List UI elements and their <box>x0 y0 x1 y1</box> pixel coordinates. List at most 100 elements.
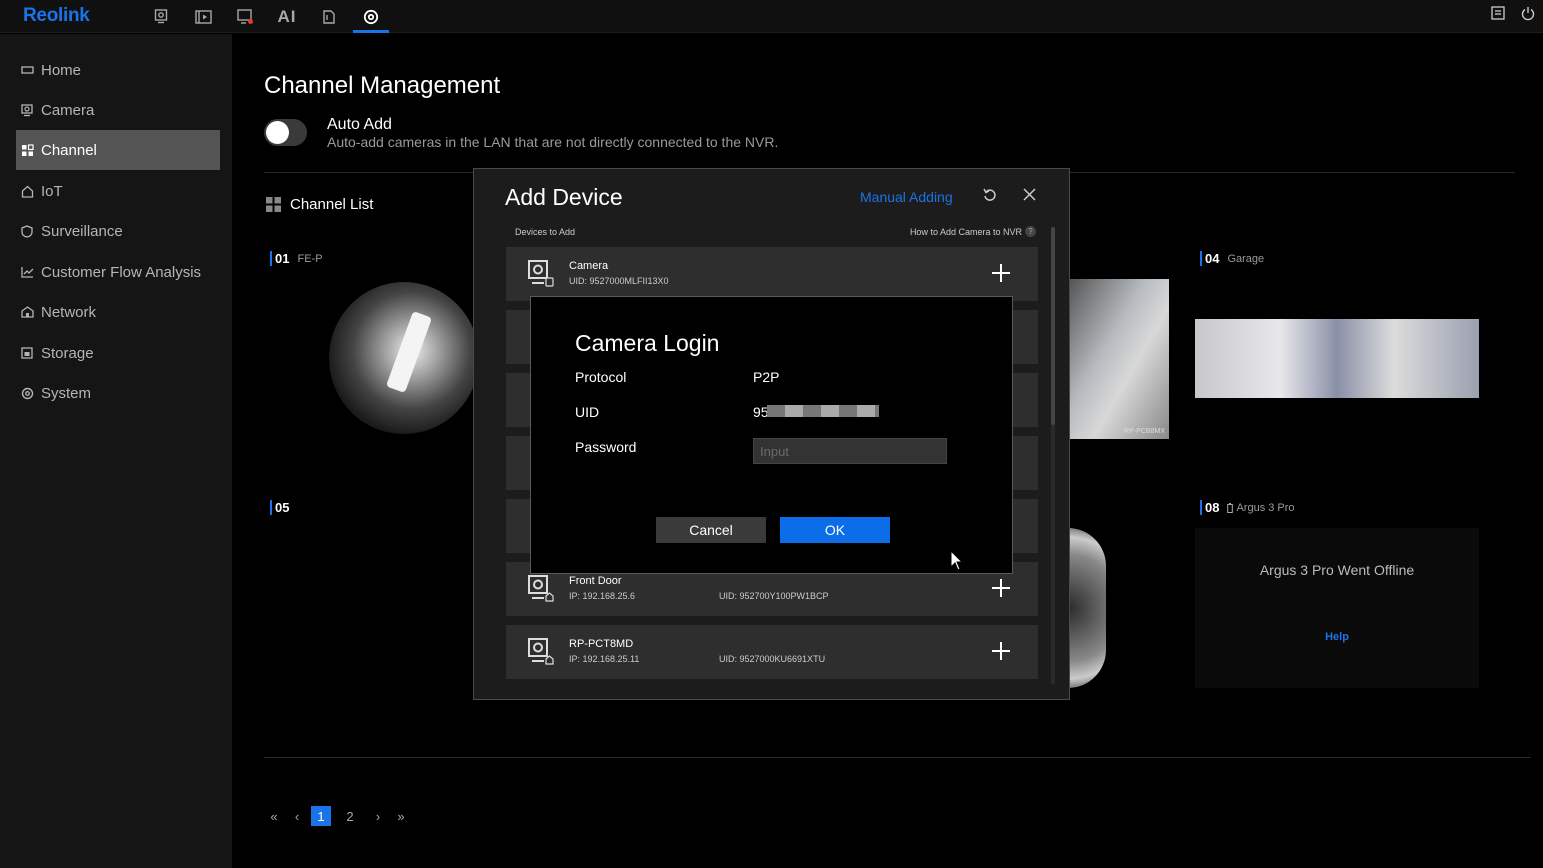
next-page-icon[interactable]: › <box>368 806 388 826</box>
device-name: Camera <box>569 260 609 272</box>
ok-button[interactable]: OK <box>780 517 890 543</box>
page-1[interactable]: 1 <box>311 806 331 826</box>
device-name: RP-PCT8MD <box>569 638 634 650</box>
login-title: Camera Login <box>575 330 720 356</box>
alarm-tab[interactable] <box>224 0 266 33</box>
sidebar: Home Camera Channel IoT Surveillance Cus… <box>0 34 232 868</box>
sidebar-item-label: Network <box>41 303 97 321</box>
device-uid: UID: 9527000KU6691XTU <box>719 654 826 664</box>
dialog-scrollbar[interactable] <box>1051 227 1055 685</box>
settings-tab[interactable] <box>350 0 392 33</box>
sidebar-item-home[interactable]: Home <box>16 50 220 90</box>
mouse-cursor-icon <box>950 550 964 571</box>
device-row[interactable]: Camera UID: 9527000MLFII13X0 <box>506 247 1038 301</box>
divider <box>264 757 1531 758</box>
notes-icon[interactable] <box>1491 6 1505 20</box>
home-icon <box>20 63 34 77</box>
playback-icon <box>194 9 212 24</box>
sidebar-item-storage[interactable]: Storage <box>16 333 220 373</box>
sidebar-item-label: IoT <box>41 182 63 200</box>
add-device-icon[interactable] <box>989 576 1013 600</box>
sidebar-item-camera[interactable]: Camera <box>16 90 220 130</box>
sidebar-item-iot[interactable]: IoT <box>16 171 220 211</box>
chart-icon <box>20 265 34 279</box>
camera-device-icon <box>528 638 554 665</box>
alarm-icon <box>236 8 253 24</box>
auto-add-description: Auto-add cameras in the LAN that are not… <box>327 134 779 150</box>
sidebar-item-surveillance[interactable]: Surveillance <box>16 211 220 251</box>
grid-icon <box>266 197 281 212</box>
add-device-icon[interactable] <box>989 261 1013 285</box>
how-to-add-text: How to Add Camera to NVR <box>909 226 1022 237</box>
channel-preview[interactable]: RP-PCB8MX <box>1070 279 1169 439</box>
sidebar-item-label: Camera <box>41 101 95 119</box>
storage-icon <box>20 346 34 360</box>
device-uid: UID: 952700Y100PW1BCP <box>719 591 829 601</box>
live-view-tab[interactable] <box>140 0 182 33</box>
channel-number: 05 <box>270 500 289 515</box>
sidebar-item-label: Channel <box>41 141 97 159</box>
grid-icon <box>20 143 34 157</box>
prev-page-icon[interactable]: ‹ <box>287 806 307 826</box>
first-page-icon[interactable]: « <box>264 806 284 826</box>
how-to-add-link[interactable]: How to Add Camera to NVR ? <box>910 226 1036 237</box>
password-input[interactable] <box>753 438 947 464</box>
channel-name: FE-P <box>297 252 323 265</box>
refresh-icon[interactable] <box>982 187 998 203</box>
camera-device-icon <box>528 575 554 602</box>
file-icon <box>323 10 335 24</box>
ai-tab[interactable]: AI <box>266 0 308 33</box>
dialog-title: Add Device <box>505 184 623 210</box>
protocol-label: Protocol <box>575 369 627 385</box>
add-device-icon[interactable] <box>989 639 1013 663</box>
file-tab[interactable] <box>308 0 350 33</box>
sidebar-item-label: System <box>41 384 92 402</box>
sidebar-item-system[interactable]: System <box>16 373 220 413</box>
sidebar-item-label: Storage <box>41 344 94 362</box>
channel-08-offline-panel: Argus 3 Pro Went Offline Help <box>1195 528 1479 688</box>
channel-label-04: 04 Garage <box>1200 251 1264 266</box>
pagination: « ‹ 1 2 › » <box>264 806 411 826</box>
channel-name: Garage <box>1227 252 1265 265</box>
device-name: Front Door <box>569 575 622 587</box>
playback-tab[interactable] <box>182 0 224 33</box>
network-icon <box>20 305 34 319</box>
channel-label-08: 08 Argus 3 Pro <box>1200 500 1295 515</box>
iot-icon <box>20 184 34 198</box>
channel-number: 08 <box>1200 500 1219 515</box>
sidebar-item-channel[interactable]: Channel <box>16 130 220 170</box>
auto-add-toggle[interactable] <box>264 119 307 146</box>
sidebar-item-label: Customer Flow Analysis <box>41 263 202 281</box>
sidebar-item-network[interactable]: Network <box>16 292 220 332</box>
offline-message: Argus 3 Pro Went Offline <box>1259 562 1415 578</box>
close-icon[interactable] <box>1022 187 1037 202</box>
top-nav: AI <box>140 0 392 33</box>
reolink-logo: Reolink <box>23 5 90 26</box>
channel-01-fisheye-preview[interactable] <box>329 282 479 434</box>
sidebar-item-label: Surveillance <box>41 222 123 240</box>
page-title: Channel Management <box>264 72 501 99</box>
channel-preview[interactable] <box>1068 528 1106 688</box>
sidebar-item-customer-flow[interactable]: Customer Flow Analysis <box>16 252 220 292</box>
uid-label: UID <box>575 404 600 420</box>
gear-icon <box>20 386 34 400</box>
channel-list-title: Channel List <box>290 196 374 213</box>
preview-watermark: RP-PCB8MX <box>1124 428 1165 435</box>
page-2[interactable]: 2 <box>340 806 360 826</box>
device-ip: IP: 192.168.25.11 <box>569 654 640 664</box>
uid-redacted <box>767 405 879 417</box>
device-uid: UID: 9527000MLFII13X0 <box>569 276 669 286</box>
manual-adding-link[interactable]: Manual Adding <box>860 189 953 205</box>
camera-login-dialog: Camera Login Protocol P2P UID 952 Passwo… <box>530 296 1013 574</box>
device-row[interactable]: RP-PCT8MD IP: 192.168.25.11 UID: 9527000… <box>506 625 1038 679</box>
channel-04-preview[interactable] <box>1195 319 1479 398</box>
channel-label-05: 05 <box>270 500 297 515</box>
power-icon[interactable] <box>1521 6 1535 21</box>
last-page-icon[interactable]: » <box>391 806 411 826</box>
settings-icon <box>363 9 379 24</box>
help-link[interactable]: Help <box>1195 631 1479 643</box>
shield-icon <box>20 224 34 238</box>
dialog-actions <box>982 187 1037 203</box>
top-bar: Reolink AI <box>0 0 1543 33</box>
cancel-button[interactable]: Cancel <box>656 517 766 543</box>
